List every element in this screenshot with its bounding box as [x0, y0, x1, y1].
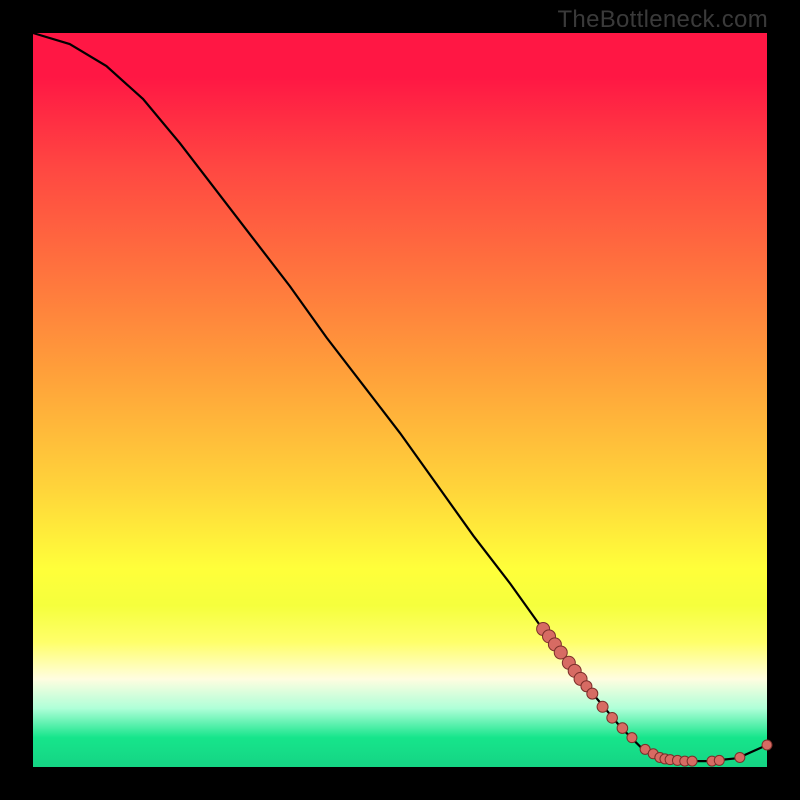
data-point	[714, 755, 724, 765]
data-points	[537, 623, 772, 767]
data-point	[607, 713, 618, 724]
data-point	[597, 701, 608, 712]
curve-line	[33, 33, 767, 761]
data-point	[617, 723, 628, 734]
data-point	[627, 733, 637, 743]
chart-overlay	[33, 33, 767, 767]
data-point	[687, 756, 697, 766]
watermark-text: TheBottleneck.com	[557, 6, 768, 34]
watermark-label: TheBottleneck.com	[557, 6, 768, 33]
chart-frame: TheBottleneck.com	[0, 0, 800, 800]
data-point	[587, 688, 598, 699]
data-point	[735, 752, 745, 762]
data-point	[762, 740, 772, 750]
